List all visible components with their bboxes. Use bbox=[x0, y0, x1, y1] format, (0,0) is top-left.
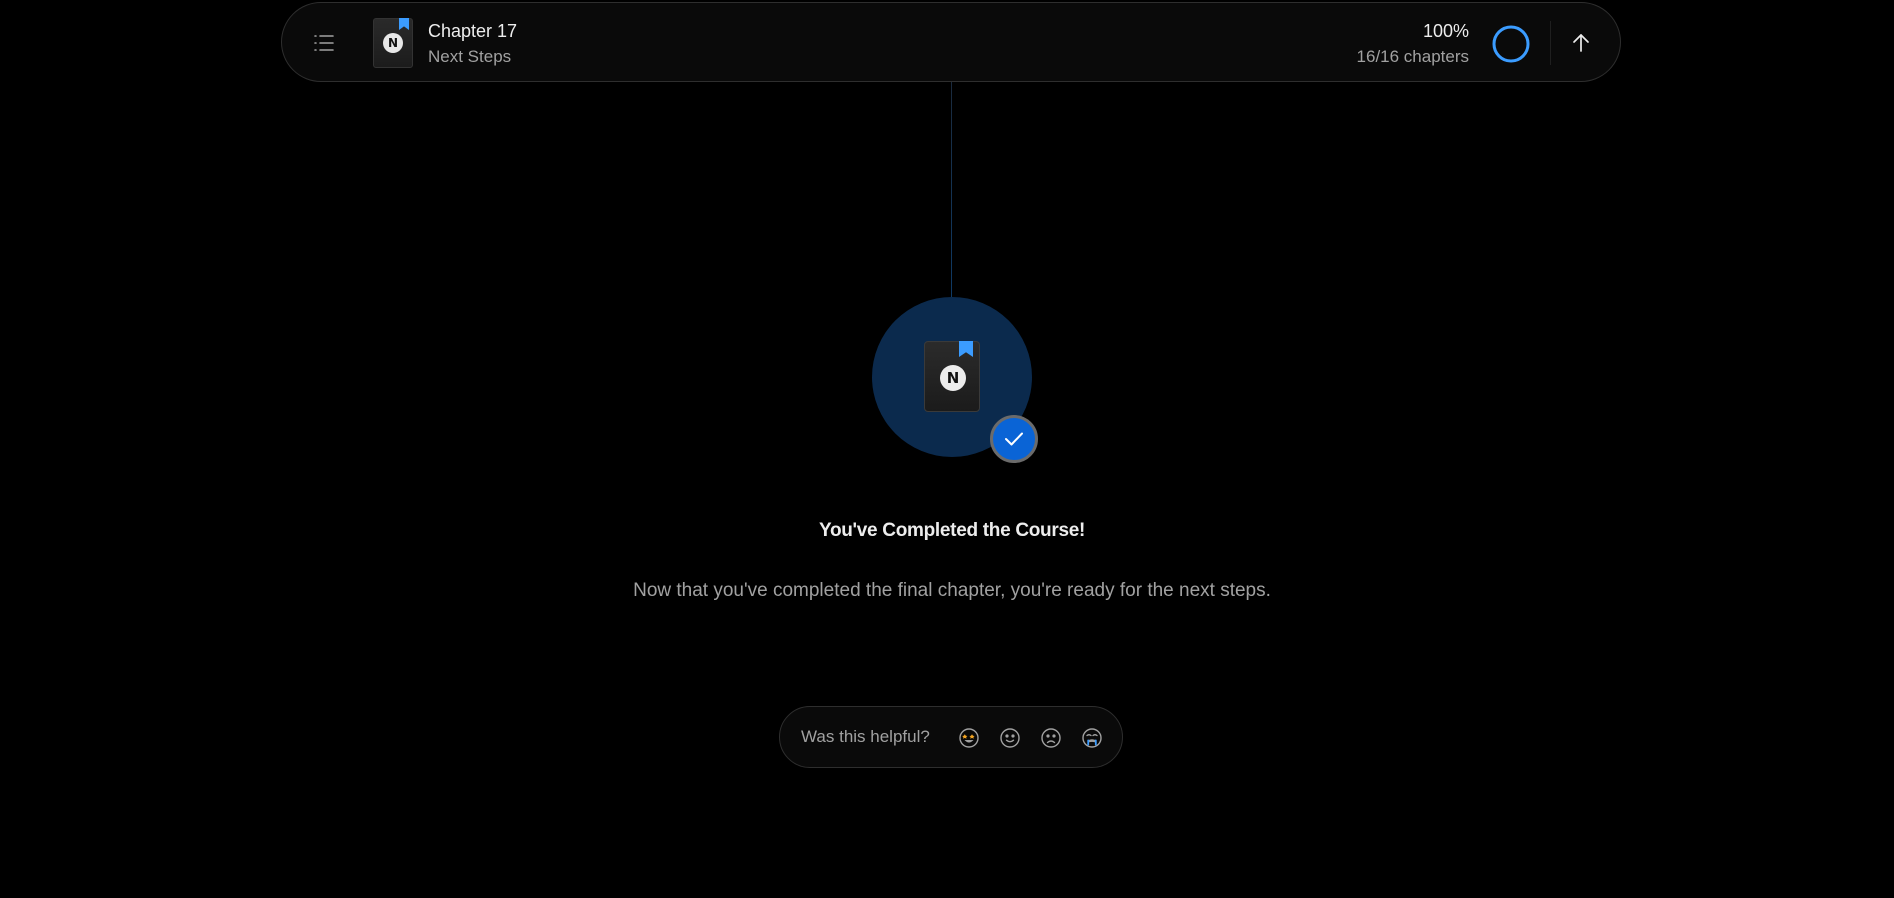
arrow-up-icon bbox=[1573, 34, 1589, 52]
feedback-love-button[interactable] bbox=[956, 725, 982, 751]
chapters-menu-button[interactable] bbox=[302, 21, 346, 65]
course-header-bar: N Chapter 17 Next Steps 100% 16/16 chapt… bbox=[281, 2, 1621, 82]
chapter-book-thumbnail: N bbox=[373, 18, 413, 68]
chapter-title: Chapter 17 bbox=[428, 21, 518, 41]
frown-emoji-icon bbox=[1041, 728, 1061, 748]
progress-ring bbox=[1492, 25, 1530, 63]
chapter-subtitle: Next Steps bbox=[428, 47, 512, 66]
bookmark-ribbon-icon bbox=[959, 341, 973, 357]
feedback-crying-button[interactable] bbox=[1079, 725, 1105, 751]
smile-emoji-icon bbox=[1000, 728, 1020, 748]
feedback-happy-button[interactable] bbox=[997, 725, 1023, 751]
crying-emoji-icon bbox=[1082, 728, 1102, 748]
scroll-to-top-button[interactable] bbox=[1559, 21, 1603, 65]
checkmark-icon bbox=[1005, 432, 1023, 446]
nextjs-logo-icon: N bbox=[383, 33, 403, 53]
feedback-widget: Was this helpful? bbox=[779, 706, 1123, 768]
progress-chapters-count: 16/16 chapters bbox=[1356, 47, 1469, 66]
feedback-question: Was this helpful? bbox=[801, 727, 930, 746]
feedback-sad-button[interactable] bbox=[1038, 725, 1064, 751]
nextjs-logo-icon: N bbox=[940, 365, 966, 391]
star-eyes-emoji-icon bbox=[959, 728, 979, 748]
bookmark-ribbon-icon bbox=[399, 18, 409, 30]
course-book-icon: N bbox=[924, 341, 980, 412]
completion-title: You've Completed the Course! bbox=[818, 520, 1086, 541]
progress-percent: 100% bbox=[1422, 21, 1469, 41]
completed-check-badge bbox=[990, 415, 1038, 463]
timeline-connector bbox=[951, 82, 952, 300]
list-icon bbox=[314, 35, 334, 51]
completion-description: Now that you've completed the final chap… bbox=[633, 580, 1271, 601]
header-divider bbox=[1550, 21, 1551, 65]
